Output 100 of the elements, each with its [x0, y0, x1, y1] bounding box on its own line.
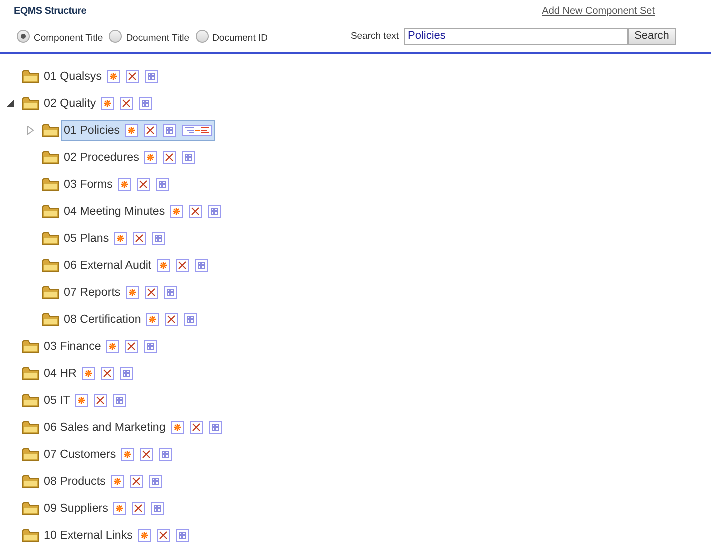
grid-icon[interactable] [163, 124, 176, 137]
new-icon[interactable] [170, 205, 184, 218]
tree-node-label[interactable]: 06 External Audit [64, 259, 152, 272]
grid-icon[interactable] [194, 259, 208, 272]
delete-icon[interactable] [125, 340, 138, 353]
folder-icon [42, 204, 60, 219]
selected-node-highlight[interactable]: 01 Policies [61, 120, 216, 141]
tree-node-label[interactable]: 06 Sales and Marketing [44, 421, 166, 434]
delete-icon[interactable] [189, 205, 202, 218]
delete-icon[interactable] [140, 448, 154, 461]
new-icon[interactable] [113, 502, 126, 515]
radio-label: Component Title [34, 32, 104, 44]
folder-icon [22, 69, 40, 84]
tree-node-label[interactable]: 01 Policies [64, 124, 120, 137]
radio-label: Document Title [126, 32, 190, 44]
add-component-set-link[interactable]: Add New Component Set [542, 6, 655, 16]
search-label: Search text [350, 30, 399, 42]
folder-icon [42, 177, 60, 192]
grid-icon[interactable] [120, 367, 133, 380]
new-icon[interactable] [121, 448, 134, 461]
page-title: EQMS Structure [14, 6, 86, 16]
tree-node-label[interactable]: 05 IT [44, 394, 70, 407]
delete-icon[interactable] [144, 124, 158, 137]
delete-icon[interactable] [176, 259, 189, 272]
grid-icon[interactable] [152, 232, 166, 245]
new-icon[interactable] [126, 286, 139, 299]
grid-icon[interactable] [139, 97, 152, 110]
new-icon[interactable] [82, 367, 95, 380]
folder-icon [22, 501, 40, 516]
folder-icon [22, 366, 40, 381]
collapsed-icon[interactable] [26, 126, 35, 135]
folder-icon [22, 393, 40, 408]
folder-icon [22, 96, 40, 111]
folder-icon [22, 420, 40, 435]
delete-icon[interactable] [94, 394, 108, 407]
tree-node-label[interactable]: 09 Suppliers [44, 502, 108, 515]
radio-label: Document ID [212, 32, 268, 44]
new-icon[interactable] [144, 151, 158, 164]
tree-node-label[interactable]: 04 HR [44, 367, 77, 380]
new-icon[interactable] [118, 178, 131, 191]
new-icon[interactable] [170, 421, 184, 434]
grid-icon[interactable] [159, 448, 172, 461]
radio-button[interactable] [17, 30, 30, 42]
delete-icon[interactable] [136, 178, 150, 191]
new-icon[interactable] [146, 313, 160, 326]
delete-icon[interactable] [132, 502, 146, 515]
grid-icon[interactable] [184, 313, 198, 326]
new-icon[interactable] [156, 259, 170, 272]
delete-icon[interactable] [190, 421, 203, 434]
tree-node-label[interactable]: 08 Products [44, 475, 106, 488]
tree-node-label[interactable]: 10 External Links [44, 529, 133, 542]
radio-button[interactable] [196, 30, 209, 42]
new-icon[interactable] [106, 340, 120, 353]
grid-icon[interactable] [151, 502, 164, 515]
delete-icon[interactable] [120, 97, 134, 110]
new-icon[interactable] [110, 475, 124, 488]
grid-icon[interactable] [164, 286, 177, 299]
delete-icon[interactable] [126, 70, 139, 83]
tree-node-label[interactable]: 08 Certification [64, 313, 142, 326]
delete-icon[interactable] [133, 232, 146, 245]
tree-node-label[interactable]: 01 Qualsys [44, 70, 102, 83]
delete-icon[interactable] [100, 367, 114, 380]
tree-node-label[interactable]: 02 Procedures [64, 151, 140, 164]
new-icon[interactable] [107, 70, 120, 83]
delete-icon[interactable] [163, 151, 176, 164]
tree-node-label[interactable]: 07 Reports [64, 286, 121, 299]
tree-node-label[interactable]: 07 Customers [44, 448, 116, 461]
move-icon[interactable] [182, 125, 212, 136]
tree-node-label[interactable]: 04 Meeting Minutes [64, 205, 166, 218]
delete-icon[interactable] [144, 286, 158, 299]
expanded-icon[interactable] [6, 99, 15, 108]
radio-button[interactable] [109, 30, 122, 42]
new-icon[interactable] [75, 394, 88, 407]
grid-icon[interactable] [113, 394, 126, 407]
new-icon[interactable] [114, 232, 128, 245]
grid-icon[interactable] [208, 205, 222, 218]
folder-icon [22, 528, 40, 543]
grid-icon[interactable] [156, 178, 169, 191]
tree-node-label[interactable]: 03 Forms [64, 178, 113, 191]
delete-icon[interactable] [156, 529, 170, 542]
folder-icon [42, 123, 60, 138]
new-icon[interactable] [101, 97, 114, 110]
grid-icon[interactable] [144, 340, 158, 353]
grid-icon[interactable] [145, 70, 158, 83]
grid-icon[interactable] [148, 475, 162, 488]
grid-icon[interactable] [182, 151, 196, 164]
grid-icon[interactable] [208, 421, 222, 434]
folder-icon [42, 312, 60, 327]
grid-icon[interactable] [176, 529, 189, 542]
new-icon[interactable] [125, 124, 138, 137]
folder-icon [22, 447, 40, 462]
tree-node-label[interactable]: 05 Plans [64, 232, 110, 245]
delete-icon[interactable] [165, 313, 178, 326]
tree-node-label[interactable]: 03 Finance [44, 340, 102, 353]
search-field[interactable]: Policies [404, 28, 628, 44]
tree-node-label[interactable]: 02 Quality [44, 97, 96, 110]
folder-icon [42, 285, 60, 300]
search-button[interactable]: Search [628, 28, 676, 44]
new-icon[interactable] [138, 529, 151, 542]
delete-icon[interactable] [130, 475, 143, 488]
